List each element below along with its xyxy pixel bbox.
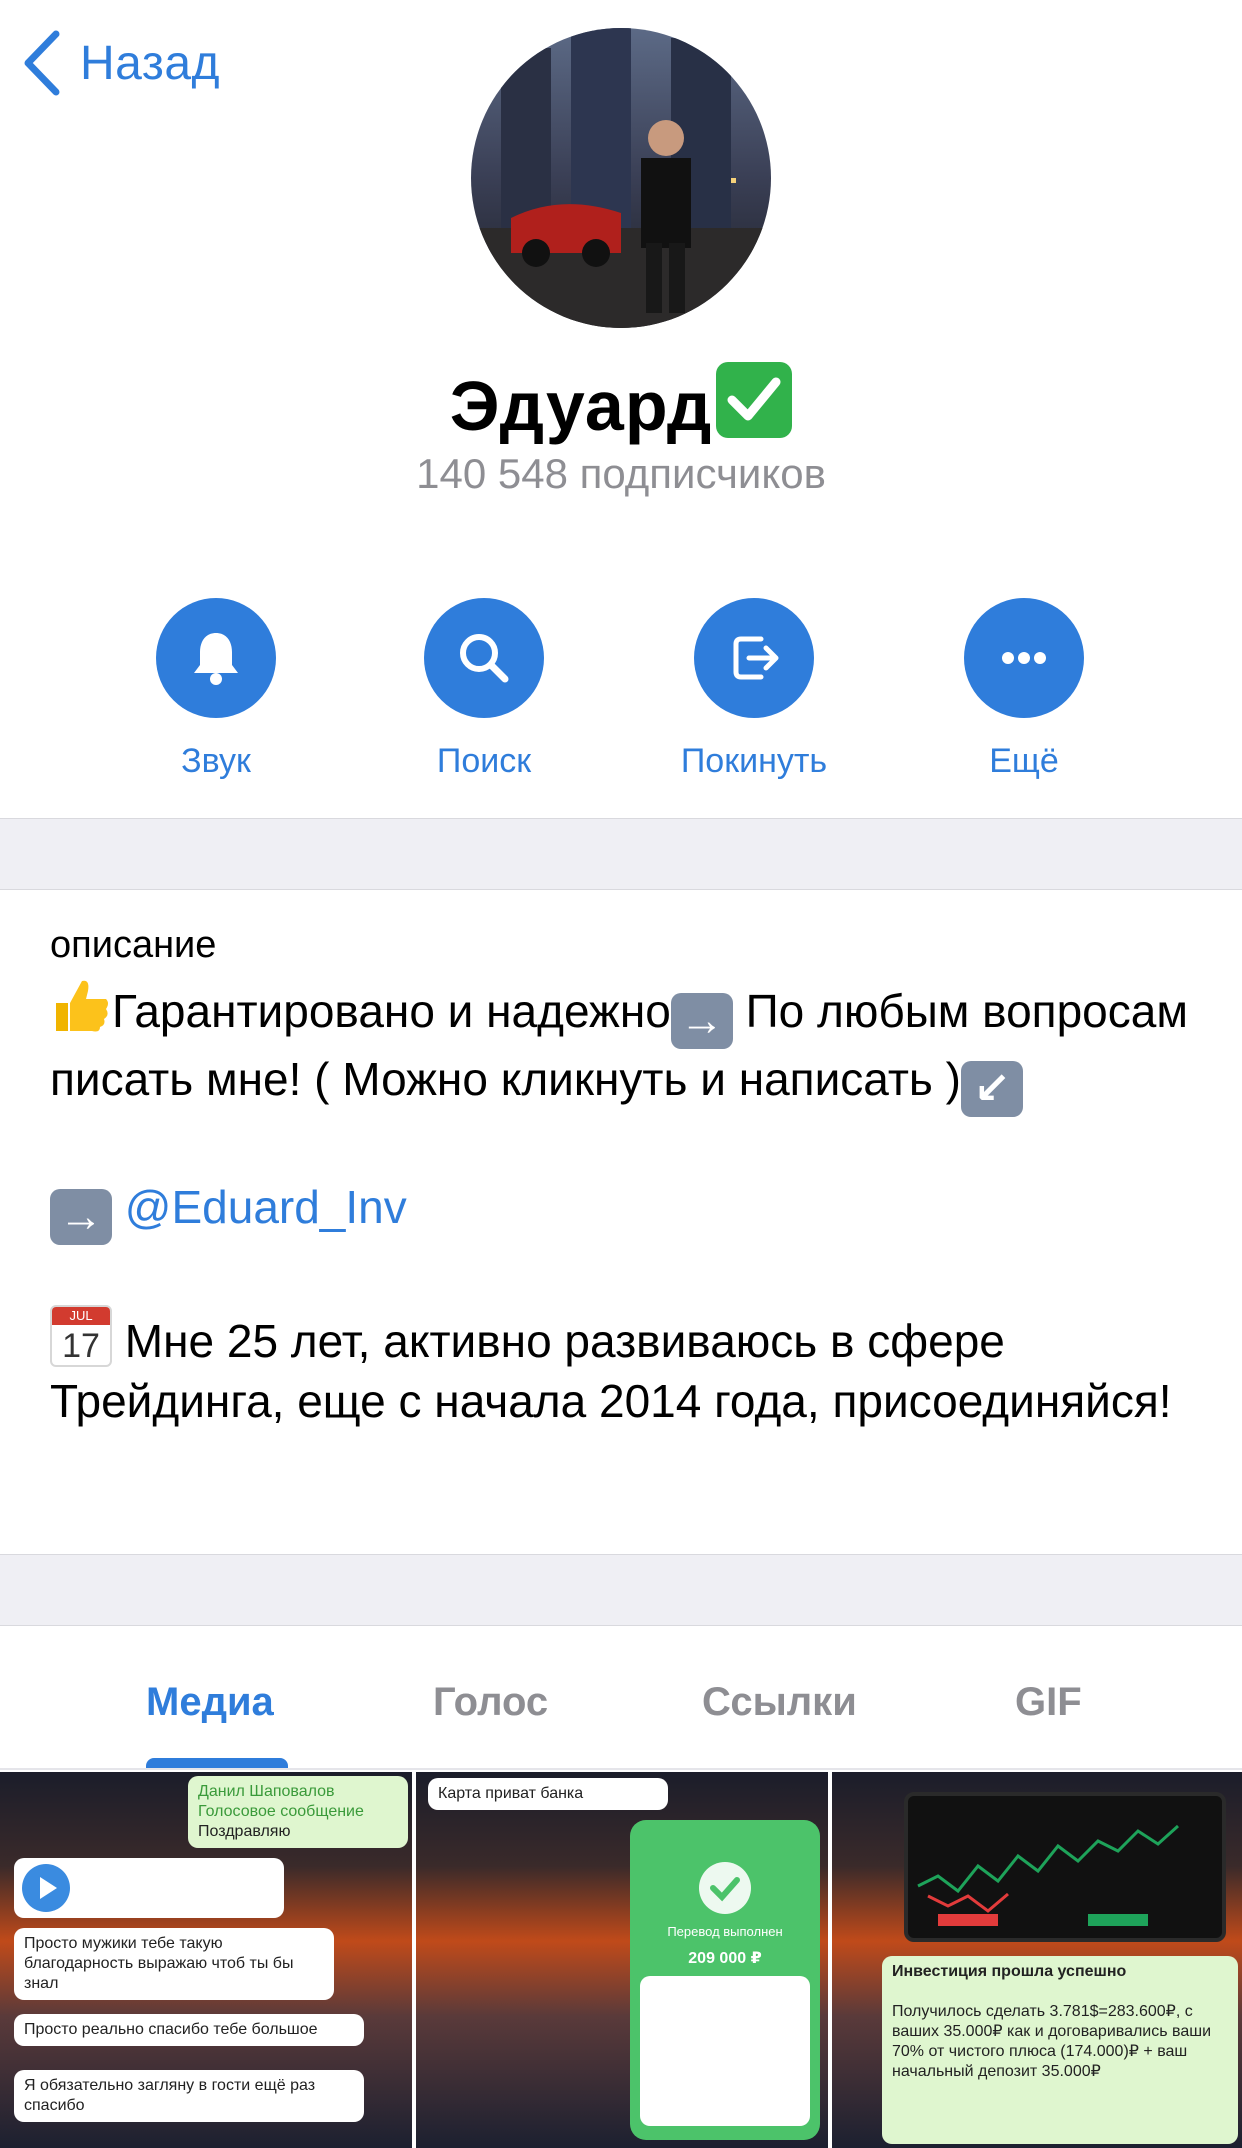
media-text: Карта приват банка (428, 1778, 668, 1810)
play-icon (22, 1864, 70, 1912)
more-icon (964, 598, 1084, 718)
avatar-photo (471, 28, 771, 328)
candlestick-chart-icon (917, 1824, 1180, 1926)
media-text: Данил Шаповалов Голосовое сообщение Поздра… (188, 1776, 408, 1848)
tab-voice[interactable]: Голос (433, 1680, 548, 1725)
media-tabs: Медиа Голос Ссылки GIF (0, 1626, 1242, 1770)
action-bar: Звук Поиск Покинуть Ещё (0, 598, 1242, 788)
section-separator (0, 1554, 1242, 1626)
section-separator (0, 818, 1242, 890)
sound-button[interactable]: Звук (116, 598, 316, 781)
sound-label: Звук (181, 742, 251, 780)
check-circle-icon (699, 1862, 751, 1914)
tab-media[interactable]: Медиа (146, 1680, 274, 1725)
mention-link[interactable]: @Eduard_Inv (125, 1181, 407, 1233)
description-section: описание Гарантировано и надежно → По люб… (50, 924, 1210, 1431)
calendar-day: 17 (62, 1327, 100, 1365)
verified-check-icon (716, 362, 793, 438)
media-thumbnail[interactable]: Карта приват банка Перевод выполнен 209 … (416, 1772, 828, 2148)
leave-button[interactable]: Покинуть (654, 598, 854, 781)
media-text: Просто реально спасибо тебе большое (14, 2014, 364, 2046)
back-button[interactable]: Назад (22, 30, 220, 96)
chart-screenshot (904, 1792, 1226, 1942)
subscriber-count: 140 548 подписчиков (416, 450, 826, 497)
description-line3: Мне 25 лет, активно развиваюсь в сфере Т… (50, 1315, 1172, 1427)
search-button[interactable]: Поиск (384, 598, 584, 781)
media-text: Я обязательно загляну в гости ещё раз сп… (14, 2070, 364, 2122)
transfer-amount: 209 000 ₽ (688, 1950, 762, 1967)
leave-icon (694, 598, 814, 718)
tab-gif[interactable]: GIF (1015, 1680, 1082, 1725)
description-line1: Гарантировано и надежно (112, 985, 671, 1037)
right-arrow-icon: → (50, 1189, 112, 1245)
avatar[interactable] (471, 28, 771, 328)
media-thumbnail[interactable]: Инвестиция прошла успешно Получилось сдел… (832, 1772, 1242, 2148)
more-label: Ещё (989, 742, 1059, 780)
tab-links[interactable]: Ссылки (702, 1680, 857, 1725)
description-text: Гарантировано и надежно → По любым вопрос… (50, 975, 1210, 1431)
voice-message (14, 1858, 284, 1918)
bell-icon (156, 598, 276, 718)
leave-label: Покинуть (680, 742, 828, 780)
description-title: описание (50, 924, 217, 966)
calendar-icon: JUL 17 (50, 1305, 112, 1367)
transfer-details (640, 1976, 810, 2126)
channel-title: Эдуард (0, 362, 1242, 446)
channel-name: Эдуард (449, 367, 713, 445)
search-label: Поиск (436, 742, 532, 780)
down-left-arrow-icon: ↙ (961, 1061, 1023, 1117)
media-text: Инвестиция прошла успешно Получилось сдел… (882, 1956, 1238, 2144)
back-label: Назад (80, 36, 221, 90)
thumbs-up-icon (50, 975, 112, 1047)
transfer-status: Перевод выполнен (667, 1924, 783, 1939)
calendar-month: JUL (52, 1307, 110, 1325)
right-arrow-icon: → (670, 993, 733, 1049)
media-grid: Данил Шаповалов Голосовое сообщение Поздра… (0, 1772, 1242, 2148)
media-thumbnail[interactable]: Данил Шаповалов Голосовое сообщение Поздра… (0, 1772, 412, 2148)
chevron-left-icon (24, 30, 60, 96)
tabs-divider (0, 1768, 1242, 1770)
search-icon (424, 598, 544, 718)
more-button[interactable]: Ещё (924, 598, 1124, 781)
media-text: Просто мужики тебе такую благодарность в… (14, 1928, 334, 2000)
phone-screenshot: Перевод выполнен 209 000 ₽ (630, 1820, 820, 2140)
